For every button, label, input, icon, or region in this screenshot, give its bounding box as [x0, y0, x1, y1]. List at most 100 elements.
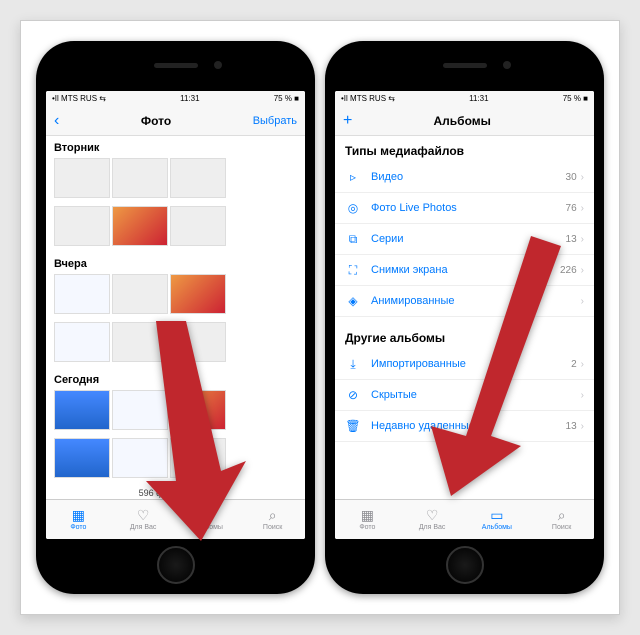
search-icon: ⌕ — [264, 509, 282, 523]
tab-foryou[interactable]: ♡ Для Вас — [400, 500, 465, 539]
thumb-row — [46, 320, 305, 368]
photo-thumb[interactable] — [112, 274, 168, 314]
row-count: 76 — [566, 203, 577, 214]
photo-thumb[interactable] — [170, 274, 226, 314]
row-count: 30 — [566, 172, 577, 183]
photo-thumb[interactable] — [112, 322, 168, 362]
section-today: Сегодня — [46, 368, 305, 388]
chevron-right-icon: › — [581, 359, 584, 370]
photo-thumb[interactable] — [170, 322, 226, 362]
chevron-right-icon: › — [581, 296, 584, 307]
battery: 75 % ■ — [274, 94, 299, 103]
home-button[interactable] — [157, 546, 195, 584]
carrier: •Il MTS RUS ⇆ — [52, 94, 106, 103]
row-livephotos[interactable]: ◎ Фото Live Photos 76 › — [335, 193, 594, 224]
tab-label: Для Вас — [130, 524, 157, 531]
status-bar: •Il MTS RUS ⇆ 11:31 75 % ■ — [46, 91, 305, 106]
row-count: 226 — [560, 265, 577, 276]
chevron-right-icon: › — [581, 390, 584, 401]
group-header-media: Типы медиафайлов — [335, 136, 594, 162]
screen-right: •Il MTS RUS ⇆ 11:31 75 % ■ + Альбомы Тип… — [335, 91, 594, 539]
photos-icon: ▦ — [69, 509, 87, 523]
screenshot-icon: ⛶ — [345, 262, 361, 278]
nav-bar: + Альбомы — [335, 106, 594, 136]
photo-thumb[interactable] — [54, 274, 110, 314]
tab-foryou[interactable]: ♡ Для Вас — [111, 500, 176, 539]
row-screenshots[interactable]: ⛶ Снимки экрана 226 › — [335, 255, 594, 286]
group-header-other: Другие альбомы — [335, 317, 594, 349]
row-label: Недавно удаленные — [371, 420, 566, 432]
row-count: 13 — [566, 421, 577, 432]
row-label: Импортированные — [371, 358, 571, 370]
tab-bar: ▦ Фото ♡ Для Вас ▭ Альбомы ⌕ Поиск — [46, 499, 305, 539]
chevron-right-icon: › — [581, 172, 584, 183]
select-button[interactable]: Выбрать — [253, 115, 297, 127]
import-icon: ⤓ — [345, 356, 361, 372]
tab-search[interactable]: ⌕ Поиск — [529, 500, 594, 539]
clock: 11:31 — [469, 94, 488, 103]
row-video[interactable]: ▹ Видео 30 › — [335, 162, 594, 193]
photo-count: 596 фото и видео — [46, 484, 305, 499]
photo-thumb[interactable] — [54, 322, 110, 362]
home-button[interactable] — [446, 546, 484, 584]
photo-thumb[interactable] — [54, 438, 110, 478]
back-icon[interactable]: ‹ — [54, 112, 59, 130]
photo-thumb[interactable] — [54, 390, 110, 430]
tab-photos[interactable]: ▦ Фото — [46, 500, 111, 539]
tab-label: Фото — [359, 524, 375, 531]
tab-label: Для Вас — [419, 524, 446, 531]
tab-albums[interactable]: ▭ Альбомы — [465, 500, 530, 539]
animated-icon: ◈ — [345, 293, 361, 309]
trash-icon: 🗑 — [345, 418, 361, 434]
chevron-right-icon: › — [581, 234, 584, 245]
tab-label: Альбомы — [482, 524, 512, 531]
row-label: Серии — [371, 233, 566, 245]
screen-left: •Il MTS RUS ⇆ 11:31 75 % ■ ‹ Фото Выбрат… — [46, 91, 305, 539]
photo-thumb[interactable] — [54, 206, 110, 246]
foryou-icon: ♡ — [423, 509, 441, 523]
thumb-row — [46, 388, 305, 436]
row-recently-deleted[interactable]: 🗑 Недавно удаленные 13 › — [335, 411, 594, 442]
tab-search[interactable]: ⌕ Поиск — [240, 500, 305, 539]
row-label: Снимки экрана — [371, 264, 560, 276]
burst-icon: ⧉ — [345, 231, 361, 247]
photo-thumb[interactable] — [170, 390, 226, 430]
section-tuesday: Вторник — [46, 136, 305, 156]
carrier: •Il MTS RUS ⇆ — [341, 94, 395, 103]
chevron-right-icon: › — [581, 203, 584, 214]
photo-thumb[interactable] — [112, 438, 168, 478]
albums-icon: ▭ — [488, 509, 506, 523]
foryou-icon: ♡ — [134, 509, 152, 523]
photo-thumb[interactable] — [112, 158, 168, 198]
row-hidden[interactable]: ⊘ Скрытые › — [335, 380, 594, 411]
video-icon: ▹ — [345, 169, 361, 185]
tab-photos[interactable]: ▦ Фото — [335, 500, 400, 539]
add-button[interactable]: + — [343, 112, 352, 130]
section-yesterday: Вчера — [46, 252, 305, 272]
phone-left: •Il MTS RUS ⇆ 11:31 75 % ■ ‹ Фото Выбрат… — [36, 41, 315, 594]
photo-thumb[interactable] — [170, 206, 226, 246]
status-bar: •Il MTS RUS ⇆ 11:31 75 % ■ — [335, 91, 594, 106]
tab-albums[interactable]: ▭ Альбомы — [176, 500, 241, 539]
photo-thumb[interactable] — [170, 158, 226, 198]
photos-icon: ▦ — [358, 509, 376, 523]
albums-icon: ▭ — [199, 509, 217, 523]
albums-content[interactable]: Типы медиафайлов ▹ Видео 30 › ◎ Фото Liv… — [335, 136, 594, 499]
thumb-row — [46, 436, 305, 484]
photo-thumb[interactable] — [112, 206, 168, 246]
tab-bar: ▦ Фото ♡ Для Вас ▭ Альбомы ⌕ Поиск — [335, 499, 594, 539]
hidden-icon: ⊘ — [345, 387, 361, 403]
photo-thumb[interactable] — [170, 438, 226, 478]
photo-content[interactable]: Вторник Вчера — [46, 136, 305, 499]
thumb-row — [46, 204, 305, 252]
photo-thumb[interactable] — [112, 390, 168, 430]
row-animated[interactable]: ◈ Анимированные › — [335, 286, 594, 317]
page-title: Альбомы — [433, 114, 490, 128]
tab-label: Альбомы — [193, 524, 223, 531]
row-label: Скрытые — [371, 389, 577, 401]
row-bursts[interactable]: ⧉ Серии 13 › — [335, 224, 594, 255]
nav-bar: ‹ Фото Выбрать — [46, 106, 305, 136]
row-imported[interactable]: ⤓ Импортированные 2 › — [335, 349, 594, 380]
livephoto-icon: ◎ — [345, 200, 361, 216]
photo-thumb[interactable] — [54, 158, 110, 198]
